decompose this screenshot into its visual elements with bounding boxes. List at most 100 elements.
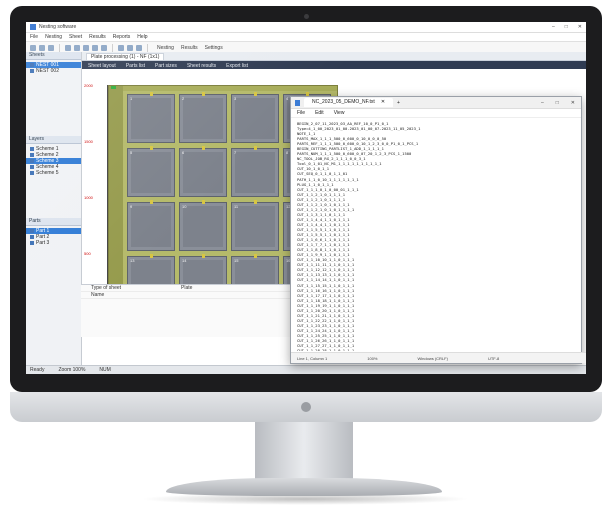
nested-part[interactable]: 9: [127, 200, 175, 251]
maximize-icon[interactable]: □: [565, 24, 568, 30]
part-number: 3: [234, 96, 237, 101]
part-number: 8: [286, 150, 289, 155]
nested-part[interactable]: 7: [231, 146, 279, 197]
close-icon[interactable]: ✕: [578, 24, 582, 30]
minimize-icon[interactable]: –: [541, 100, 544, 106]
new-icon[interactable]: [30, 44, 36, 51]
menu-file[interactable]: File: [30, 34, 38, 40]
lead-in-marker: [202, 200, 205, 204]
nested-part[interactable]: 10: [179, 200, 227, 251]
screen: Nesting software – □ ✕ File Nesting Shee…: [26, 22, 586, 374]
lead-in-marker: [150, 92, 153, 96]
menu-help[interactable]: Help: [137, 34, 147, 40]
toolbar-divider: [59, 43, 60, 52]
status-zoom: Zoom 100%: [58, 367, 86, 373]
parts-list: Part 1 Part 2 Part 3: [26, 226, 81, 248]
notepad-text-area[interactable]: BEGIN_2_07_11_2023_03_AA_REF_10_0_P1_0_1…: [297, 121, 575, 351]
layer-icon: [30, 171, 34, 175]
notepad-window[interactable]: NC_2023_05_DEMO_NF.txt ✕ + – □ ✕ File Ed…: [290, 96, 586, 364]
nested-part[interactable]: 6: [179, 146, 227, 197]
notepad-menu-edit[interactable]: Edit: [315, 110, 324, 116]
part-number: 7: [234, 150, 237, 155]
ruler-label: 1000: [84, 195, 93, 200]
tab-sheet-layout[interactable]: Sheet layout: [88, 63, 116, 69]
tab-close-icon[interactable]: ✕: [381, 98, 385, 107]
part-contour: [131, 98, 171, 139]
origin-marker: [111, 86, 116, 89]
layer-item[interactable]: Scheme 5: [26, 170, 81, 176]
zoom-in-icon[interactable]: [65, 44, 71, 51]
part-contour: [183, 98, 223, 139]
tab-parts-list[interactable]: Parts list: [126, 63, 145, 69]
new-tab-icon[interactable]: +: [397, 100, 400, 106]
zoom-fit-icon[interactable]: [83, 44, 89, 51]
part-contour: [131, 206, 171, 247]
measure-icon[interactable]: [136, 44, 142, 51]
grid-icon[interactable]: [118, 44, 124, 51]
zoom-out-icon[interactable]: [74, 44, 80, 51]
part-item-label: Part 3: [36, 240, 50, 246]
menu-nesting[interactable]: Nesting: [45, 34, 62, 40]
part-number: 1: [130, 96, 133, 101]
tab-export-list[interactable]: Export list: [226, 63, 248, 69]
tab-sheet-results[interactable]: Sheet results: [187, 63, 216, 69]
notepad-zoom: 100%: [367, 355, 378, 361]
nested-part[interactable]: 11: [231, 200, 279, 251]
menu-results[interactable]: Results: [89, 34, 106, 40]
save-icon[interactable]: [48, 44, 54, 51]
document-tab[interactable]: Plate processing (1) - NF (1x1): [86, 52, 165, 60]
window-titlebar: Nesting software – □ ✕: [26, 22, 586, 33]
notepad-menu-file[interactable]: File: [297, 110, 305, 116]
sheet-item[interactable]: NEST 002: [26, 68, 81, 74]
rotate-icon[interactable]: [92, 44, 98, 51]
lead-in-marker: [202, 254, 205, 258]
toolbar-divider: [147, 43, 148, 52]
notepad-status-bar: Line 1, Column 1 100% Windows (CRLF) UTF…: [291, 352, 586, 363]
ruler-label: 2000: [84, 83, 93, 88]
part-icon: [30, 229, 34, 233]
close-icon[interactable]: ✕: [571, 100, 575, 106]
layer-icon: [30, 165, 34, 169]
nested-part[interactable]: 2: [179, 92, 227, 143]
notepad-icon: [295, 99, 300, 106]
status-bar: Ready Zoom 100% NUM: [26, 365, 586, 374]
menu-sheet[interactable]: Sheet: [69, 34, 82, 40]
notepad-line-ending: Windows (CRLF): [417, 355, 448, 361]
open-icon[interactable]: [39, 44, 45, 51]
part-number: 10: [182, 204, 187, 209]
nested-part[interactable]: 1: [127, 92, 175, 143]
monitor-stand-foot: [166, 478, 442, 496]
menu-reports[interactable]: Reports: [113, 34, 131, 40]
toolbar-results-button[interactable]: Results: [181, 45, 198, 51]
monitor-stand-neck: [255, 422, 353, 480]
nc-code-line: CUT_1_1_28_28_1_1_0_1_1_1: [297, 348, 355, 351]
part-contour: [235, 206, 275, 247]
move-icon[interactable]: [101, 44, 107, 51]
sheet-edge: [109, 86, 123, 312]
sheet-item-label: NEST 002: [36, 68, 59, 74]
part-item[interactable]: Part 3: [26, 240, 81, 246]
tab-part-sizes[interactable]: Part sizes: [155, 63, 177, 69]
nested-part[interactable]: 5: [127, 146, 175, 197]
part-contour: [235, 98, 275, 139]
part-contour: [131, 152, 171, 193]
toolbar-settings-button[interactable]: Settings: [205, 45, 223, 51]
layers-icon[interactable]: [127, 44, 133, 51]
logo-icon: [301, 402, 311, 412]
sheets-list: NEST 001 NEST 002: [26, 60, 81, 76]
lead-in-marker: [254, 92, 257, 96]
part-contour: [183, 152, 223, 193]
maximize-icon[interactable]: □: [556, 100, 559, 106]
minimize-icon[interactable]: –: [552, 24, 555, 30]
lead-in-marker: [202, 92, 205, 96]
nested-part[interactable]: 3: [231, 92, 279, 143]
toolbar-divider: [112, 43, 113, 52]
layer-icon: [30, 159, 34, 163]
part-number: 9: [130, 204, 133, 209]
property-key: Type of sheet: [91, 285, 122, 291]
toolbar-nesting-button[interactable]: Nesting: [157, 45, 174, 51]
notepad-menu-view[interactable]: View: [334, 110, 345, 116]
property-value[interactable]: Plate: [181, 285, 192, 291]
part-number: 4: [286, 96, 289, 101]
notepad-tab[interactable]: NC_2023_05_DEMO_NF.txt ✕: [304, 98, 394, 107]
